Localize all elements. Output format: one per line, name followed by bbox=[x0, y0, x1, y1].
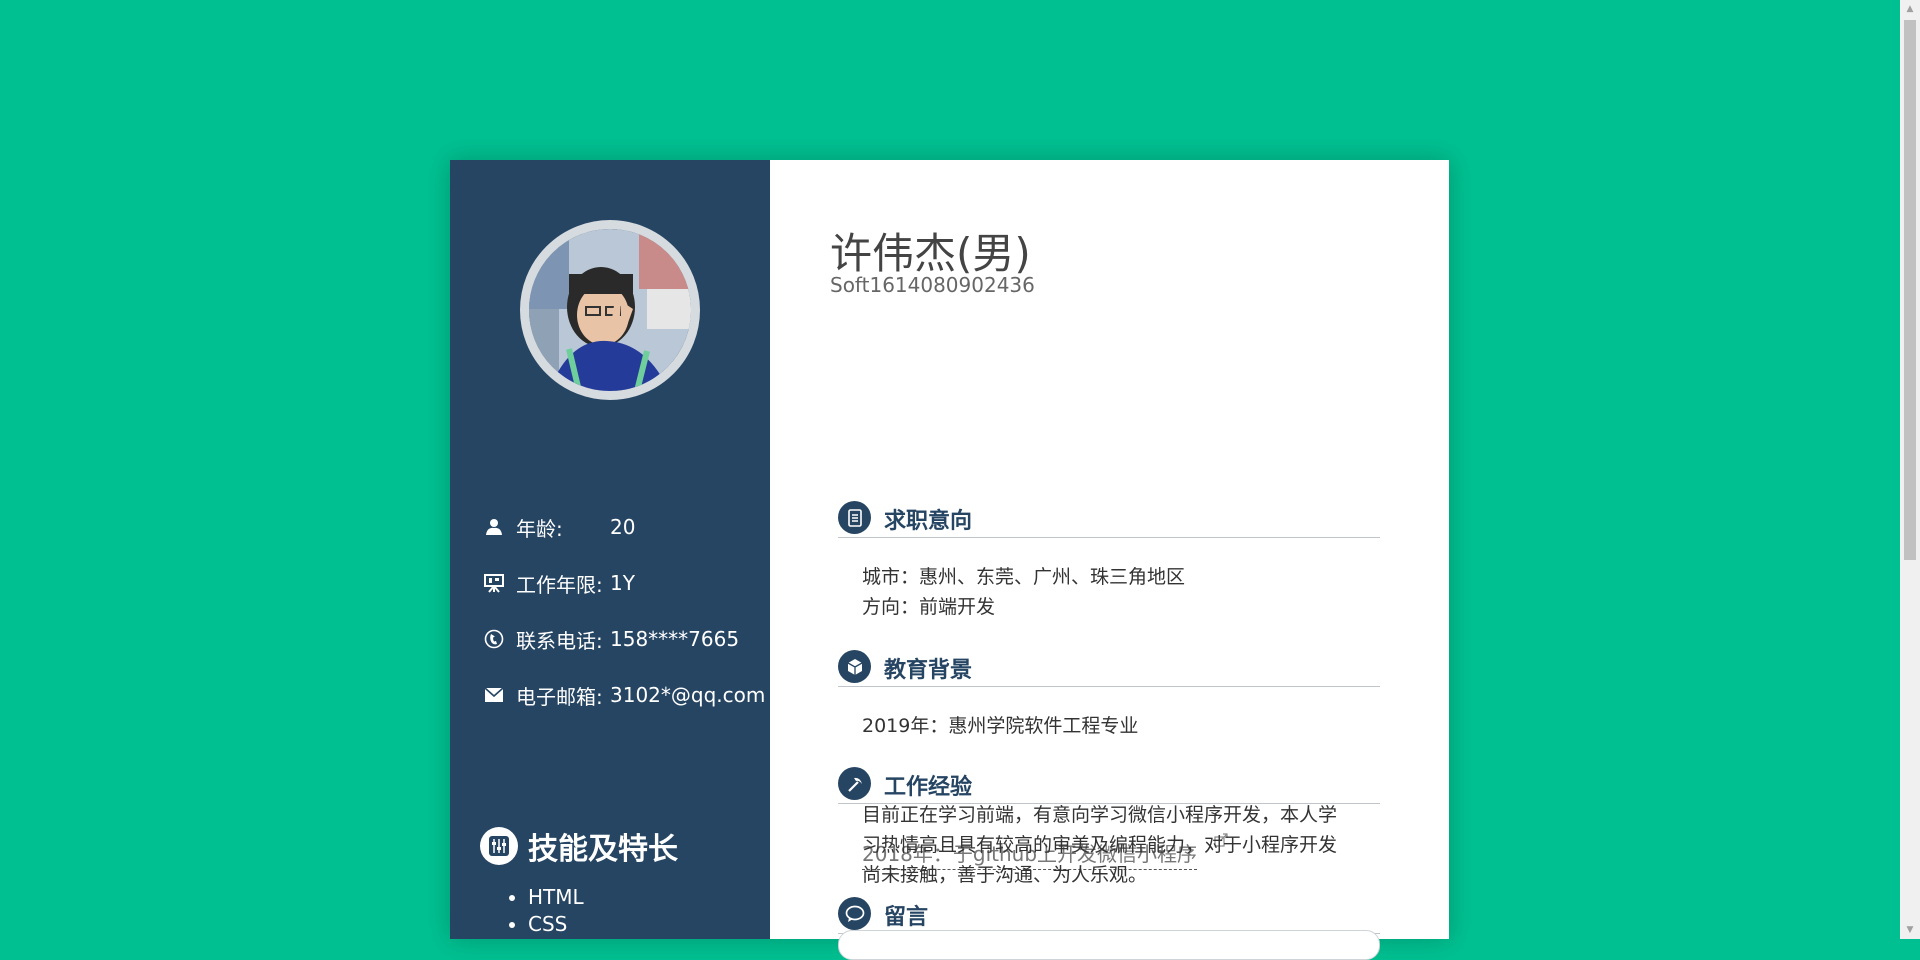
sliders-icon bbox=[480, 827, 518, 865]
info-email: 电子邮箱: 3102*@qq.com bbox=[483, 680, 765, 710]
info-phone-value: 158****7665 bbox=[610, 627, 740, 651]
skills-title: 技能及特长 bbox=[528, 832, 678, 867]
section-message-header: 留言 bbox=[838, 897, 1380, 934]
presentation-icon bbox=[483, 572, 505, 594]
info-experience-label: 工作年限: bbox=[516, 572, 603, 597]
section-intent-title: 求职意向 bbox=[884, 509, 973, 534]
avatar bbox=[520, 220, 700, 400]
info-phone-label: 联系电话: bbox=[516, 628, 603, 653]
partial-box bbox=[838, 930, 1380, 960]
skill-item: CSS bbox=[528, 911, 584, 938]
info-phone: 联系电话: 158****7665 bbox=[483, 624, 739, 654]
skills-list: HTML CSS bbox=[508, 884, 584, 938]
avatar-photo bbox=[529, 229, 691, 391]
info-age-label: 年龄: bbox=[516, 516, 563, 541]
sidebar: 年龄: 20 工作年限: 1Y 联系电话: 158****7665 电子邮箱: … bbox=[450, 160, 770, 939]
section-education-header: 教育背景 bbox=[838, 650, 1380, 687]
pickaxe-icon bbox=[838, 767, 871, 800]
education-line: 2019年：惠州学院软件工程专业 bbox=[862, 715, 1139, 737]
cube-icon bbox=[838, 650, 871, 683]
page-title: 许伟杰(男) bbox=[830, 229, 1031, 278]
section-education-title: 教育背景 bbox=[884, 658, 973, 683]
info-email-value: 3102*@qq.com bbox=[610, 683, 766, 707]
info-experience: 工作年限: 1Y bbox=[483, 568, 635, 598]
person-icon bbox=[483, 516, 505, 538]
speech-bubble-icon bbox=[838, 897, 871, 930]
section-message-title: 留言 bbox=[884, 905, 929, 930]
info-age-value: 20 bbox=[610, 515, 636, 539]
profile-id: Soft1614080902436 bbox=[830, 273, 1035, 297]
skills-header: 技能及特长 bbox=[480, 824, 678, 868]
info-experience-value: 1Y bbox=[610, 571, 635, 595]
scroll-up-arrow-icon[interactable]: ▲ bbox=[1900, 0, 1920, 18]
message-text: 目前正在学习前端，有意向学习微信小程序开发，本人学习热情高且具有较高的审美及编程… bbox=[862, 804, 1338, 886]
scroll-down-arrow-icon[interactable]: ▼ bbox=[1900, 921, 1920, 939]
intent-line-direction: 方向：前端开发 bbox=[862, 596, 996, 618]
mail-icon bbox=[483, 684, 505, 706]
section-intent-header: 求职意向 bbox=[838, 501, 1380, 538]
section-work-header: 工作经验 bbox=[838, 767, 1380, 804]
document-icon bbox=[838, 501, 871, 534]
page-scrollbar[interactable]: ▲ ▼ bbox=[1900, 0, 1920, 939]
section-work-title: 工作经验 bbox=[884, 775, 973, 800]
scrollbar-thumb[interactable] bbox=[1904, 20, 1916, 560]
intent-line-city: 城市：惠州、东莞、广州、珠三角地区 bbox=[862, 566, 1186, 588]
skill-item: HTML bbox=[528, 884, 584, 911]
info-age: 年龄: 20 bbox=[483, 512, 635, 542]
phone-icon bbox=[483, 628, 505, 650]
info-email-label: 电子邮箱: bbox=[516, 684, 603, 709]
